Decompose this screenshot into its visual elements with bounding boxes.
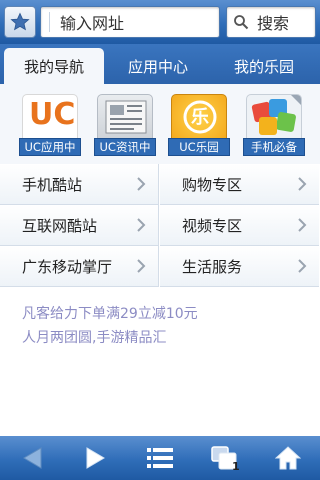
menu-list-icon xyxy=(147,448,173,468)
link-life-services[interactable]: 生活服务 xyxy=(160,246,319,287)
app-label: UC应用中 xyxy=(19,138,81,156)
link-shopping[interactable]: 购物专区 xyxy=(160,164,319,205)
chevron-right-icon xyxy=(137,259,146,273)
link-label: 手机酷站 xyxy=(22,175,83,194)
chevron-right-icon xyxy=(298,218,307,232)
arrow-left-icon xyxy=(23,447,42,469)
back-button[interactable] xyxy=(0,436,64,480)
link-label: 生活服务 xyxy=(182,257,243,276)
app-label: UC资讯中 xyxy=(94,138,156,156)
bookmark-button[interactable] xyxy=(4,6,36,38)
link-label: 互联网酷站 xyxy=(22,216,98,235)
search-label: 搜索 xyxy=(257,14,290,33)
home-button[interactable] xyxy=(256,436,320,480)
link-grid: 手机酷站 购物专区 互联网酷站 视频专区 广东移动掌厅 生活服务 xyxy=(0,164,320,288)
input-divider xyxy=(49,12,50,32)
promo-link[interactable]: 人月两团圆,手游精品汇 xyxy=(22,326,320,350)
link-label: 购物专区 xyxy=(182,175,243,194)
link-video[interactable]: 视频专区 xyxy=(160,205,319,246)
tab-label: 应用中心 xyxy=(127,57,188,76)
promo-link[interactable]: 凡客给力下单满29立减10元 xyxy=(22,302,320,326)
tab-my-navigation[interactable]: 我的导航 xyxy=(4,48,104,84)
url-placeholder: 输入网址 xyxy=(60,14,125,33)
bottom-toolbar: 1 xyxy=(0,436,320,480)
tab-app-center[interactable]: 应用中心 xyxy=(108,48,208,84)
home-icon xyxy=(275,446,301,470)
tab-label: 我的导航 xyxy=(23,57,84,76)
tab-label: 我的乐园 xyxy=(233,57,294,76)
tab-my-park[interactable]: 我的乐园 xyxy=(214,48,314,84)
tab-strip: 我的导航 应用中心 我的乐园 xyxy=(0,44,320,84)
app-label: UC乐园 xyxy=(168,138,230,156)
url-input[interactable]: 输入网址 xyxy=(40,6,220,38)
app-uc-park[interactable]: 乐 UC乐园 xyxy=(168,92,230,158)
menu-button[interactable] xyxy=(128,436,192,480)
windows-button[interactable]: 1 xyxy=(192,436,256,480)
app-label: 手机必备 xyxy=(243,138,305,156)
link-label: 广东移动掌厅 xyxy=(22,257,113,276)
chevron-right-icon xyxy=(137,177,146,191)
link-gd-mobile[interactable]: 广东移动掌厅 xyxy=(0,246,159,287)
promo-list: 凡客给力下单满29立减10元 人月两团圆,手游精品汇 xyxy=(0,290,320,350)
chevron-right-icon xyxy=(137,218,146,232)
forward-button[interactable] xyxy=(64,436,128,480)
app-shortcuts: UC UC应用中 UC资讯中 乐 UC乐园 手机必备 xyxy=(0,84,320,164)
address-bar: 输入网址 搜索 xyxy=(0,0,320,44)
app-uc-center[interactable]: UC UC应用中 xyxy=(19,92,81,158)
link-label: 视频专区 xyxy=(182,216,243,235)
link-mobile-sites[interactable]: 手机酷站 xyxy=(0,164,159,205)
window-count: 1 xyxy=(232,460,240,473)
app-must-have[interactable]: 手机必备 xyxy=(243,92,305,158)
link-internet-sites[interactable]: 互联网酷站 xyxy=(0,205,159,246)
star-icon xyxy=(10,12,30,31)
arrow-right-icon xyxy=(86,447,105,469)
search-icon xyxy=(234,15,249,30)
app-uc-news[interactable]: UC资讯中 xyxy=(94,92,156,158)
search-input[interactable]: 搜索 xyxy=(226,6,316,38)
chevron-right-icon xyxy=(298,177,307,191)
chevron-right-icon xyxy=(298,259,307,273)
